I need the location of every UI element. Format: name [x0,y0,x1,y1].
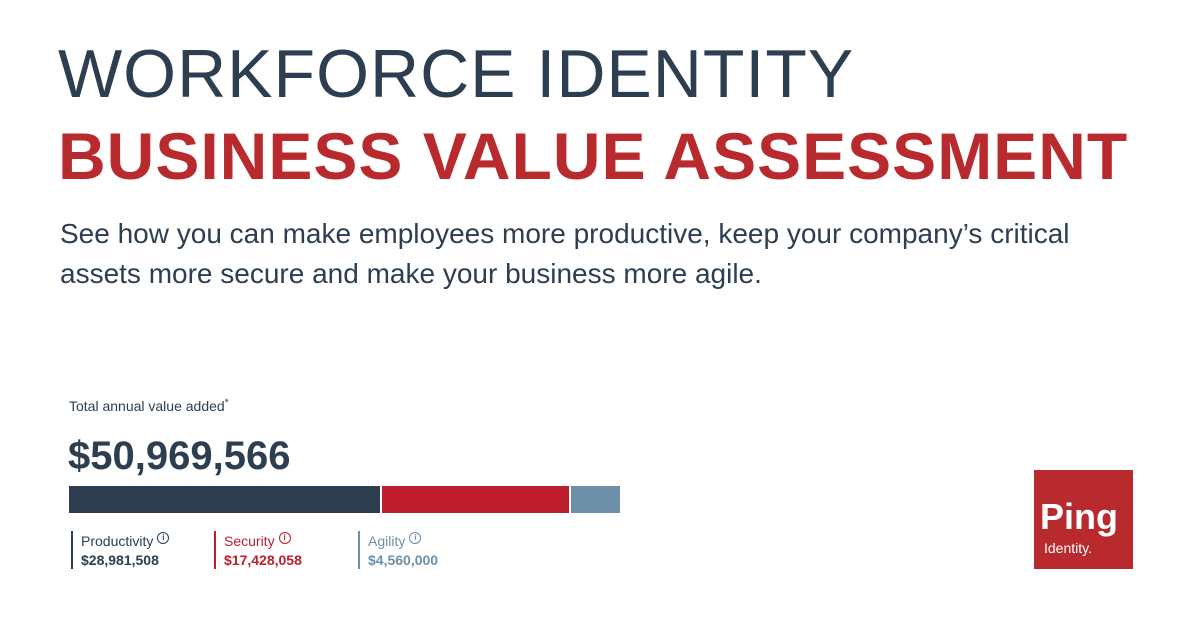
total-value-label: Total annual value added [69,398,225,414]
info-icon[interactable]: i [157,532,170,544]
legend-label-productivity: Productivity i [81,531,170,551]
ping-identity-logo: Ping Identity. [1034,470,1133,569]
legend-label-text: Agility [368,533,406,549]
total-value-amount: $50,969,566 [68,434,291,478]
bar-segment-security [380,486,570,513]
bar-segment-agility [569,486,620,513]
legend-value-productivity: $28,981,508 [81,552,159,568]
legend-value-agility: $4,560,000 [368,552,439,568]
legend-item-security: Security i $17,428,058 [214,531,302,569]
page-description: See how you can make employees more prod… [60,218,1070,289]
logo-text-identity: Identity. [1044,540,1092,556]
info-icon[interactable]: i [278,532,291,544]
page-subtitle: BUSINESS VALUE ASSESSMENT [58,119,1129,193]
legend-item-productivity: Productivity i $28,981,508 [71,531,170,569]
legend-label-security: Security i [224,531,302,551]
page-title: WORKFORCE IDENTITY [58,36,855,112]
footnote-mark: * [224,397,229,409]
logo-text-ping: Ping [1040,496,1118,537]
legend-label-text: Security [224,533,275,549]
bar-segment-productivity [69,486,381,513]
legend-label-text: Productivity [81,533,154,549]
info-icon[interactable]: i [409,532,422,544]
legend-label-agility: Agility i [368,531,438,551]
legend-item-agility: Agility i $4,560,000 [358,531,438,569]
legend-value-security: $17,428,058 [224,552,302,568]
total-value-label-wrap: Total annual value added* [69,396,229,416]
value-breakdown-bar [69,486,620,513]
